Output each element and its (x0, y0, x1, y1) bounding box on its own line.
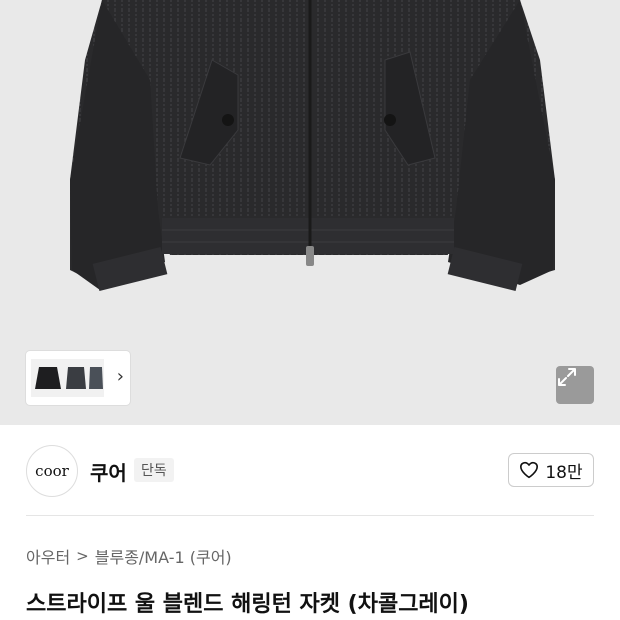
thumbnail-1[interactable] (31, 359, 65, 397)
thumbnail-3[interactable] (88, 359, 104, 397)
brand-logo[interactable]: coor (26, 445, 78, 497)
divider (26, 515, 594, 516)
expand-image-button[interactable] (556, 366, 594, 404)
exclusive-badge: 단독 (134, 458, 174, 482)
like-count: 18만 (545, 462, 583, 483)
brand-name-link[interactable]: 쿠어 (90, 457, 127, 486)
like-button[interactable]: 18만 (508, 453, 594, 487)
brand-row: coor 쿠어 단독 18만 (0, 425, 620, 515)
expand-icon (558, 368, 576, 386)
breadcrumb-category[interactable]: 아우터 (26, 544, 70, 568)
breadcrumb: 아우터 > 블루종/MA-1 (쿠어) (26, 544, 232, 568)
heart-outline-icon (520, 461, 539, 479)
brand-logo-text: coor (35, 462, 69, 480)
product-image-area[interactable]: › (0, 0, 620, 425)
thumbnail-2[interactable] (64, 359, 88, 397)
breadcrumb-separator: > (76, 547, 89, 565)
product-title: 스트라이프 울 블렌드 해링턴 자켓 (차콜그레이) (26, 592, 469, 617)
chevron-right-icon[interactable]: › (117, 367, 124, 387)
breadcrumb-subcategory[interactable]: 블루종/MA-1 (쿠어) (95, 544, 232, 568)
thumbnail-strip[interactable]: › (26, 351, 130, 405)
